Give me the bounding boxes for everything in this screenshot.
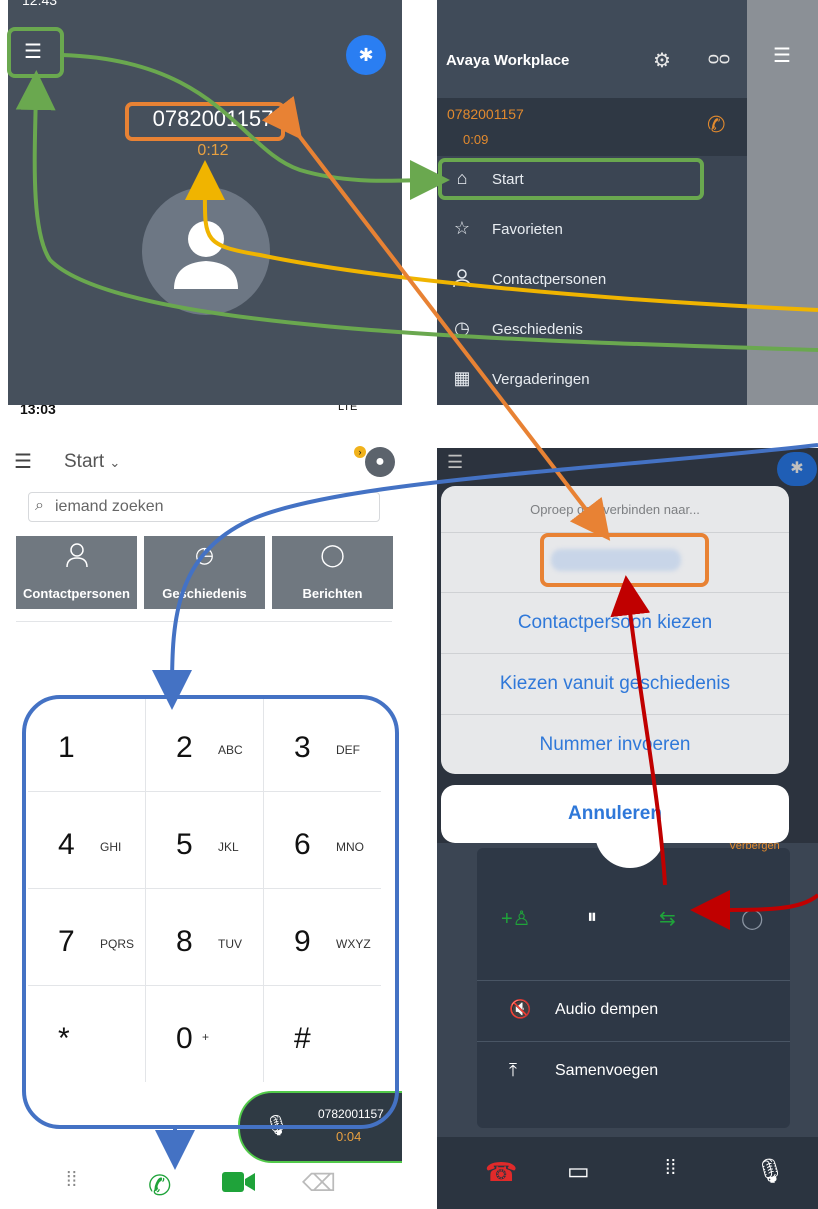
highlight-caller-number [125,102,285,141]
arrow-menu-to-start [61,53,450,201]
arrow-transfer-to-number [610,575,667,886]
arrow-to-dialpad [152,443,818,710]
arrow-back-to-menu [15,70,818,352]
highlight-start-item [438,158,704,200]
highlight-dialpad [22,695,399,1129]
highlight-menu-button [7,27,64,78]
arrow-number-to-transfer [261,95,611,541]
arrow-to-transfer-button [690,889,818,930]
highlight-recent-number [540,533,709,587]
annotation-overlay [7,27,818,1170]
